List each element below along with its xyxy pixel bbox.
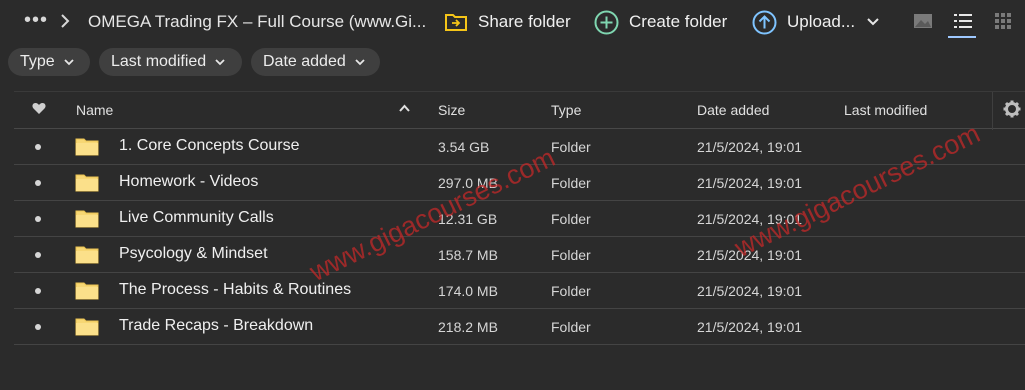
table-row[interactable]: Homework - Videos 297.0 MB Folder 21/5/2… <box>14 165 1025 201</box>
upload-label: Upload... <box>787 12 856 31</box>
column-header-size[interactable]: Size <box>438 102 465 118</box>
status-dot <box>35 216 41 222</box>
file-table: Name Size Type Date added Last modified … <box>14 91 1025 345</box>
table-row[interactable]: Psycology & Mindset 158.7 MB Folder 21/5… <box>14 237 1025 273</box>
create-folder-button[interactable]: Create folder <box>594 8 727 36</box>
table-row[interactable]: The Process - Habits & Routines 174.0 MB… <box>14 273 1025 309</box>
folder-icon <box>75 174 99 192</box>
thumbnail-view-icon[interactable] <box>912 10 934 32</box>
row-size: 174.0 MB <box>438 283 498 299</box>
upload-circle-icon <box>752 10 777 34</box>
folder-icon <box>75 282 99 300</box>
row-date-added: 21/5/2024, 19:01 <box>697 139 803 155</box>
row-date-added: 21/5/2024, 19:01 <box>697 211 803 227</box>
row-name[interactable]: The Process - Habits & Routines <box>119 281 351 299</box>
list-view-icon[interactable] <box>952 10 974 32</box>
chevron-down-icon <box>64 58 74 65</box>
row-size: 3.54 GB <box>438 139 490 155</box>
row-size: 12.31 GB <box>438 211 498 227</box>
share-folder-button[interactable]: Share folder <box>444 8 571 36</box>
status-dot <box>35 180 41 186</box>
folder-icon <box>75 210 99 228</box>
row-name[interactable]: 1. Core Concepts Course <box>119 137 300 155</box>
more-options-button[interactable]: ••• <box>24 10 48 30</box>
row-type: Folder <box>551 283 591 299</box>
chevron-down-icon <box>215 58 225 65</box>
status-dot <box>35 324 41 330</box>
plus-circle-icon <box>594 10 619 34</box>
create-folder-label: Create folder <box>629 12 728 31</box>
chevron-down-icon[interactable] <box>867 18 879 26</box>
date-added-filter-chip[interactable]: Date added <box>251 48 380 76</box>
breadcrumb-current-folder[interactable]: OMEGA Trading FX – Full Course (www.Gi..… <box>88 12 426 32</box>
grid-view-icon[interactable] <box>992 10 1014 32</box>
table-row[interactable]: Live Community Calls 12.31 GB Folder 21/… <box>14 201 1025 237</box>
type-filter-chip[interactable]: Type <box>8 48 90 76</box>
status-dot <box>35 288 41 294</box>
table-row[interactable]: Trade Recaps - Breakdown 218.2 MB Folder… <box>14 309 1025 345</box>
gear-icon[interactable] <box>1003 100 1021 118</box>
toolbar: ••• OMEGA Trading FX – Full Course (www.… <box>0 0 1025 44</box>
row-size: 158.7 MB <box>438 247 498 263</box>
row-type: Folder <box>551 319 591 335</box>
row-size: 297.0 MB <box>438 175 498 191</box>
row-type: Folder <box>551 247 591 263</box>
sort-ascending-icon[interactable] <box>399 104 410 112</box>
column-separator <box>992 92 993 130</box>
table-row[interactable]: 1. Core Concepts Course 3.54 GB Folder 2… <box>14 129 1025 165</box>
column-header-type[interactable]: Type <box>551 102 581 118</box>
date-added-filter-label: Date added <box>263 53 346 70</box>
row-name[interactable]: Homework - Videos <box>119 173 258 191</box>
row-name[interactable]: Trade Recaps - Breakdown <box>119 317 313 335</box>
chevron-right-icon <box>61 14 70 28</box>
status-dot <box>35 144 41 150</box>
upload-button[interactable]: Upload... <box>752 8 889 36</box>
last-modified-filter-chip[interactable]: Last modified <box>99 48 242 76</box>
row-type: Folder <box>551 211 591 227</box>
row-type: Folder <box>551 175 591 191</box>
row-date-added: 21/5/2024, 19:01 <box>697 247 803 263</box>
heart-icon[interactable] <box>32 102 46 115</box>
row-date-added: 21/5/2024, 19:01 <box>697 319 803 335</box>
column-header-name[interactable]: Name <box>76 102 113 118</box>
type-filter-label: Type <box>20 53 55 70</box>
column-header-date-added[interactable]: Date added <box>697 102 769 118</box>
row-type: Folder <box>551 139 591 155</box>
row-name[interactable]: Psycology & Mindset <box>119 245 268 263</box>
table-header: Name Size Type Date added Last modified <box>14 91 1025 130</box>
column-header-last-modified[interactable]: Last modified <box>844 102 927 118</box>
share-folder-icon <box>445 14 467 31</box>
active-view-indicator <box>948 36 976 38</box>
folder-icon <box>75 246 99 264</box>
last-modified-filter-label: Last modified <box>111 53 207 70</box>
row-date-added: 21/5/2024, 19:01 <box>697 175 803 191</box>
folder-icon <box>75 138 99 156</box>
row-name[interactable]: Live Community Calls <box>119 209 274 227</box>
row-size: 218.2 MB <box>438 319 498 335</box>
row-date-added: 21/5/2024, 19:01 <box>697 283 803 299</box>
status-dot <box>35 252 41 258</box>
chevron-down-icon <box>355 58 365 65</box>
share-folder-label: Share folder <box>478 12 571 31</box>
folder-icon <box>75 318 99 336</box>
